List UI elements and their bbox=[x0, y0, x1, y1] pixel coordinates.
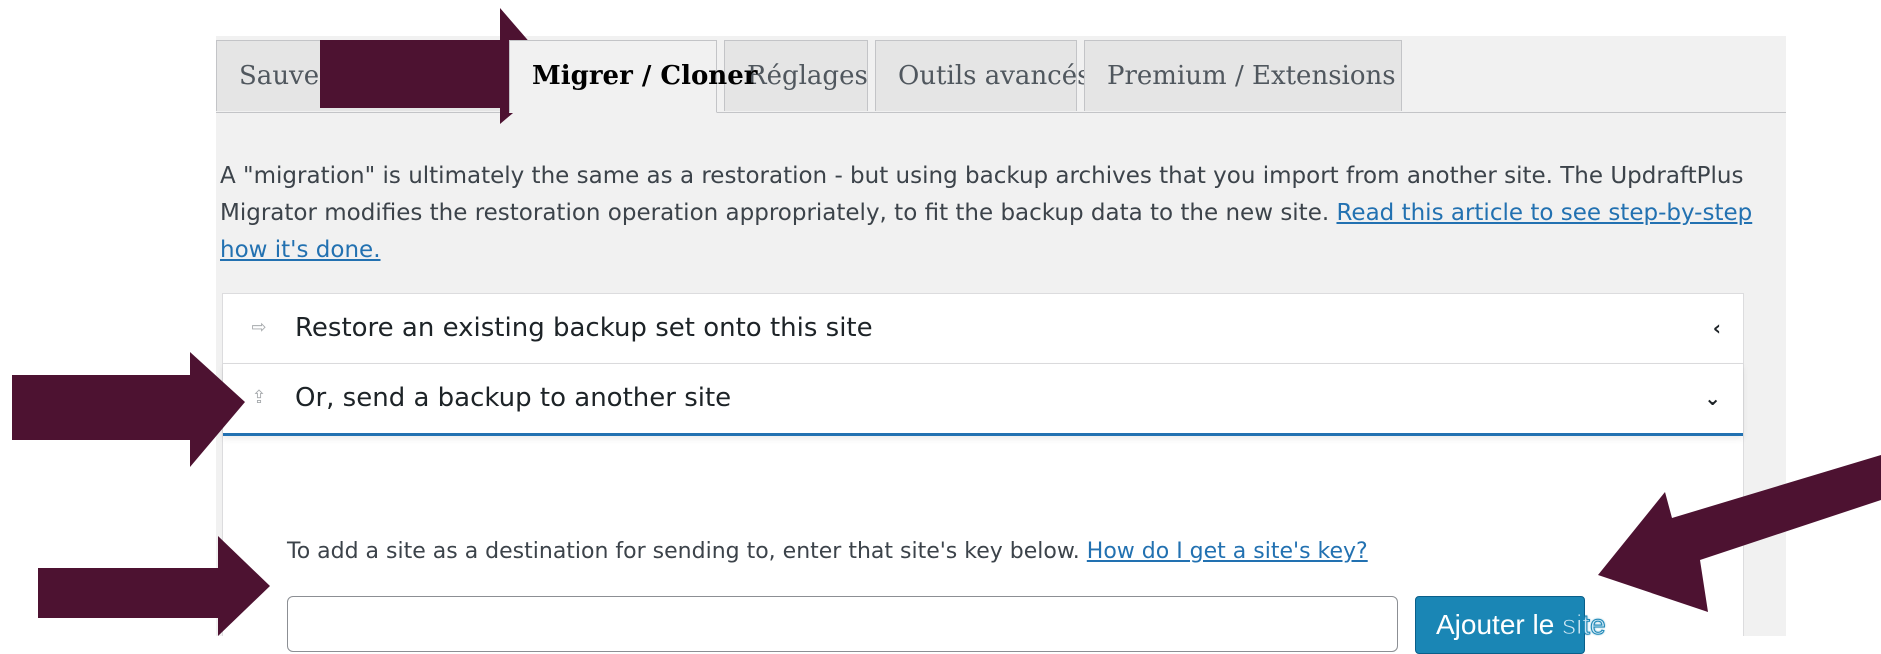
tab-backup-restore[interactable]: Sauvegarder / Restaurer bbox=[216, 40, 565, 111]
migration-accordion: ⇨ Restore an existing backup set onto th… bbox=[222, 293, 1744, 654]
nav-tabs: Sauvegarder / Restaurer Migrer / Cloner … bbox=[216, 36, 1786, 113]
add-site-button-label: Ajouter le bbox=[1436, 609, 1555, 640]
restore-icon: ⇨ bbox=[251, 317, 267, 338]
chevron-left-icon: ‹ bbox=[1712, 316, 1721, 340]
site-key-instruction: To add a site as a destination for sendi… bbox=[287, 537, 1368, 567]
arrow-pointing-to-send-backup bbox=[12, 352, 245, 467]
restore-existing-backup-label: Restore an existing backup set onto this… bbox=[295, 313, 873, 343]
site-key-help-link[interactable]: How do I get a site's key? bbox=[1087, 539, 1368, 564]
send-backup-header[interactable]: ⇪ Or, send a backup to another site ⌄ bbox=[223, 364, 1743, 436]
chevron-down-icon: ⌄ bbox=[1704, 386, 1721, 410]
site-key-instruction-text: To add a site as a destination for sendi… bbox=[287, 539, 1087, 564]
send-backup-label: Or, send a backup to another site bbox=[295, 383, 732, 413]
tab-premium-extensions[interactable]: Premium / Extensions bbox=[1084, 40, 1402, 111]
migrate-clone-page: Sauvegarder / Restaurer Migrer / Cloner … bbox=[216, 36, 1786, 654]
add-site-button[interactable]: Ajouter le site bbox=[1415, 596, 1606, 654]
add-site-button-overflow-label: site bbox=[1562, 609, 1607, 641]
tab-advanced-tools[interactable]: Outils avancés bbox=[875, 40, 1090, 111]
migration-intro: A "migration" is ultimately the same as … bbox=[220, 158, 1765, 269]
tab-migrate-clone[interactable]: Migrer / Cloner bbox=[509, 40, 757, 113]
site-key-input[interactable] bbox=[287, 596, 1398, 652]
upload-icon: ⇪ bbox=[251, 387, 267, 408]
restore-existing-backup-header[interactable]: ⇨ Restore an existing backup set onto th… bbox=[223, 294, 1743, 364]
